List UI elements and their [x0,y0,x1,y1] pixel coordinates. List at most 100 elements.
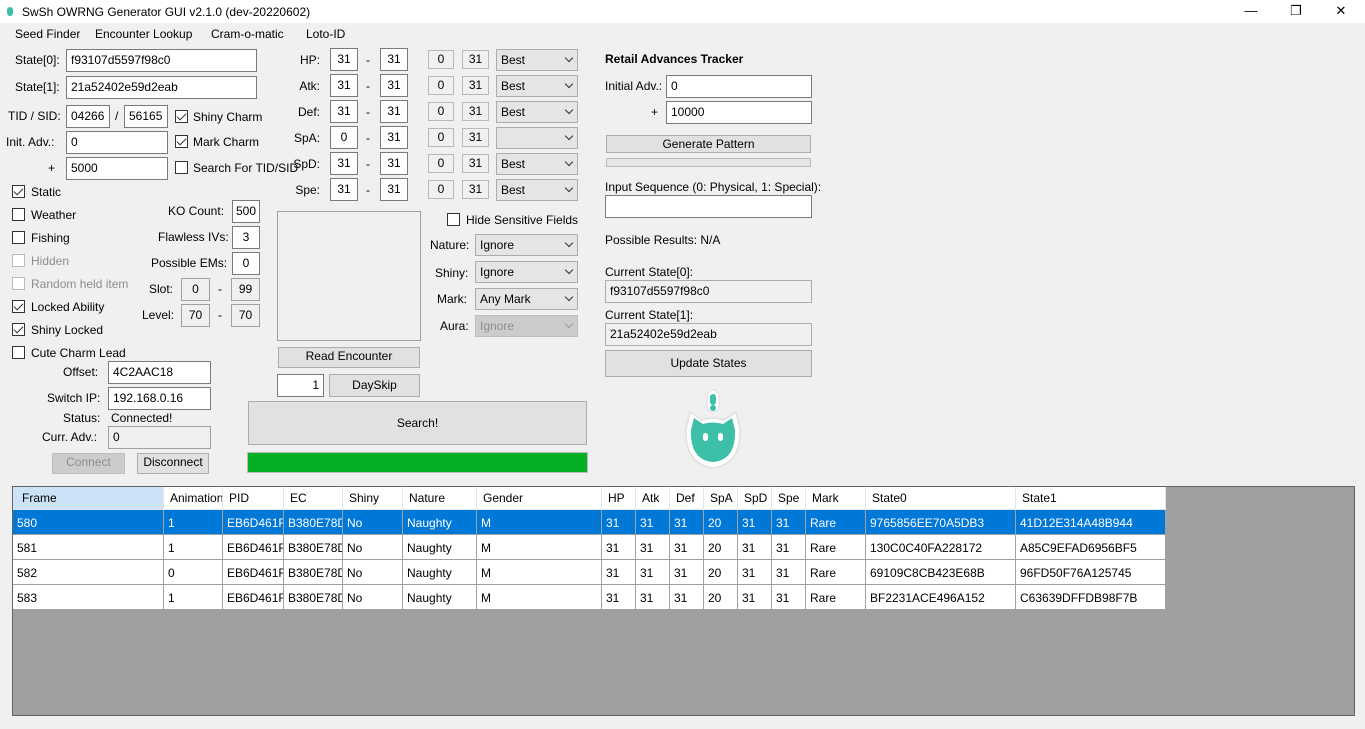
iv-set-0-button[interactable]: 0 [428,128,454,147]
tracker-initial-input[interactable]: 0 [666,75,812,98]
iv-set-0-button[interactable]: 0 [428,154,454,173]
column-header[interactable]: Frame [13,487,164,510]
search-button[interactable]: Search! [248,401,587,445]
column-header[interactable]: SpA [704,487,738,510]
menu-encounter-lookup[interactable]: Encounter Lookup [95,27,192,41]
shiny-charm-checkbox[interactable] [175,110,188,123]
input-sequence-field[interactable] [605,195,812,218]
column-header[interactable]: SpD [738,487,772,510]
iv-min-input[interactable]: 31 [330,178,358,201]
init-adv-input[interactable]: 0 [66,131,168,154]
menu-cram-o-matic[interactable]: Cram-o-matic [211,27,284,41]
tracker-range-input[interactable]: 10000 [666,101,812,124]
hide-sensitive-checkbox[interactable] [447,213,460,226]
iv-filter-select[interactable]: Best [496,153,578,175]
iv-max-input[interactable]: 31 [380,74,408,97]
static-checkbox[interactable] [12,185,25,198]
state1-input[interactable]: 21a52402e59d2eab [66,76,257,99]
menu-seed-finder[interactable]: Seed Finder [15,27,80,41]
generate-pattern-button[interactable]: Generate Pattern [606,135,811,153]
iv-max-input[interactable]: 31 [380,152,408,175]
column-header[interactable]: State0 [866,487,1016,510]
nature-select[interactable]: Ignore [475,234,578,256]
state0-input[interactable]: f93107d5597f98c0 [66,49,257,72]
column-header[interactable]: Animation [164,487,223,510]
disconnect-button[interactable]: Disconnect [137,453,209,474]
iv-set-31-button[interactable]: 31 [462,128,489,147]
current-state0-field[interactable]: f93107d5597f98c0 [605,280,812,303]
iv-min-input[interactable]: 31 [330,48,358,71]
iv-set-31-button[interactable]: 31 [462,180,489,199]
column-header[interactable]: Shiny [343,487,403,510]
iv-filter-select[interactable]: Best [496,101,578,123]
update-states-button[interactable]: Update States [605,350,812,377]
column-header[interactable]: Spe [772,487,806,510]
iv-max-input[interactable]: 31 [380,126,408,149]
iv-filter-select[interactable] [496,127,578,149]
aura-select[interactable]: Ignore [475,315,578,337]
column-header[interactable]: Def [670,487,704,510]
level-max-input[interactable]: 70 [231,304,260,327]
slot-max-input[interactable]: 99 [231,278,260,301]
iv-filter-select[interactable]: Best [496,49,578,71]
tid-input[interactable]: 04266 [66,105,110,128]
close-button[interactable]: ✕ [1318,0,1364,23]
column-header[interactable]: Mark [806,487,866,510]
current-state1-field[interactable]: 21a52402e59d2eab [605,323,812,346]
iv-set-31-button[interactable]: 31 [462,154,489,173]
iv-filter-select[interactable]: Best [496,75,578,97]
iv-set-0-button[interactable]: 0 [428,102,454,121]
cute-charm-checkbox[interactable] [12,346,25,359]
iv-min-input[interactable]: 31 [330,152,358,175]
column-header[interactable]: EC [284,487,343,510]
offset-input[interactable]: 4C2AAC18 [108,361,211,384]
read-encounter-button[interactable]: Read Encounter [278,347,420,368]
slot-min-input[interactable]: 0 [181,278,210,301]
table-cell: 1 [164,510,223,535]
column-header[interactable]: State1 [1016,487,1166,510]
level-min-input[interactable]: 70 [181,304,210,327]
shiny-locked-checkbox[interactable] [12,323,25,336]
search-tidsid-checkbox[interactable] [175,161,188,174]
ko-count-input[interactable]: 500 [232,200,260,223]
hidden-checkbox[interactable] [12,254,25,267]
column-header[interactable]: Atk [636,487,670,510]
connect-button[interactable]: Connect [52,453,125,474]
range-input[interactable]: 5000 [66,157,168,180]
mark-charm-checkbox[interactable] [175,135,188,148]
dayskip-count-input[interactable]: 1 [277,374,324,397]
dayskip-button[interactable]: DaySkip [329,374,420,397]
curr-adv-input[interactable]: 0 [108,426,211,449]
iv-min-input[interactable]: 31 [330,74,358,97]
iv-set-0-button[interactable]: 0 [428,50,454,69]
iv-set-31-button[interactable]: 31 [462,76,489,95]
iv-set-0-button[interactable]: 0 [428,180,454,199]
iv-max-input[interactable]: 31 [380,178,408,201]
column-header[interactable]: HP [602,487,636,510]
iv-set-31-button[interactable]: 31 [462,50,489,69]
iv-set-0-button[interactable]: 0 [428,76,454,95]
iv-filter-select[interactable]: Best [496,179,578,201]
iv-max-input[interactable]: 31 [380,48,408,71]
column-header[interactable]: PID [223,487,284,510]
fishing-checkbox[interactable] [12,231,25,244]
column-header[interactable]: Gender [477,487,602,510]
ems-input[interactable]: 0 [232,252,260,275]
minimize-button[interactable]: — [1228,0,1274,23]
iv-min-input[interactable]: 31 [330,100,358,123]
maximize-button[interactable]: ❐ [1273,0,1319,23]
sid-input[interactable]: 56165 [124,105,168,128]
iv-set-31-button[interactable]: 31 [462,102,489,121]
random-held-checkbox[interactable] [12,277,25,290]
locked-ability-checkbox[interactable] [12,300,25,313]
column-header[interactable]: Nature [403,487,477,510]
iv-max-input[interactable]: 31 [380,100,408,123]
menu-loto-id[interactable]: Loto-ID [306,27,345,41]
weather-checkbox[interactable] [12,208,25,221]
results-grid[interactable]: Frame Animation PID EC Shiny Nature Gender HP At… [12,486,1355,716]
flawless-input[interactable]: 3 [232,226,260,249]
shiny-select[interactable]: Ignore [475,261,578,283]
switch-ip-input[interactable]: 192.168.0.16 [108,387,211,410]
mark-select[interactable]: Any Mark [475,288,578,310]
iv-min-input[interactable]: 0 [330,126,358,149]
